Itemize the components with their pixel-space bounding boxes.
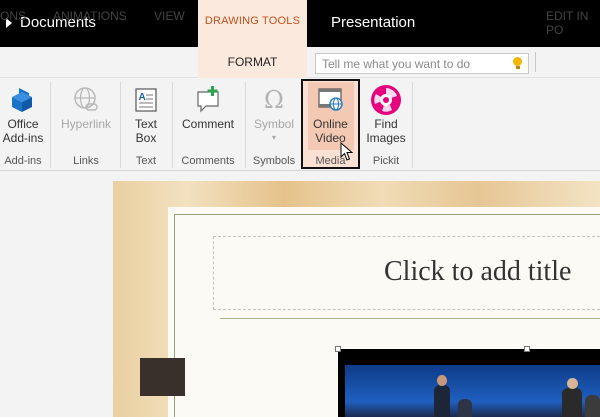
tab-format[interactable]: FORMAT [198,47,307,78]
group-separator [172,82,173,168]
search-placeholder: Tell me what you want to do [322,57,471,71]
video-person-head [567,378,578,389]
group-text-label: Text [135,155,157,167]
comment-icon [197,86,219,113]
pickit-icon [371,85,401,115]
group-separator [412,82,413,168]
video-person [458,399,472,417]
group-pickit-label: Pickit [372,155,400,167]
textbox-icon: A [135,88,157,112]
group-links-label: Links [73,155,99,167]
video-person [434,385,450,417]
tell-me-search[interactable]: Tell me what you want to do [315,53,529,74]
video-person [562,388,582,417]
comment-button[interactable]: Comment [176,83,240,131]
lightbulb-icon [513,57,522,69]
group-addins-label: Add-ins [4,155,42,167]
textbox-button[interactable]: A Text Box [124,83,168,145]
symbol-button[interactable]: Ω Symbol ▾ [249,83,299,145]
symbol-dropdown-icon: ▾ [271,133,276,142]
slide-decoration [140,358,185,396]
hyperlink-button[interactable]: Hyperlink [54,83,118,131]
office-addins-icon [12,88,32,112]
online-video-icon [317,88,343,111]
tab-divider [535,52,536,72]
resize-handle[interactable] [335,346,341,352]
group-separator [50,82,51,168]
svg-text:Ω: Ω [264,86,284,114]
mouse-pointer-icon [340,142,354,161]
office-addins-label2: Add-ins [2,131,44,145]
online-video-button[interactable]: Online Video [303,83,358,145]
omega-icon: Ω [264,86,284,114]
office-addins-label1: Office [7,117,39,131]
textbox-label2: Box [135,131,157,145]
symbol-label: Symbol [253,117,294,131]
tab-view[interactable]: VIEW [154,9,185,23]
resize-handle[interactable] [524,346,530,352]
video-person-head [437,375,447,386]
textbox-label1: Text [134,117,157,131]
online-video-label1: Online [313,117,348,131]
find-images-button[interactable]: Find Images [362,83,410,145]
tab-edit-in-powerpoint[interactable]: EDIT IN PO [546,9,600,37]
hyperlink-label: Hyperlink [60,117,111,131]
group-symbols-label: Symbols [252,155,296,167]
title-placeholder-text[interactable]: Click to add title [384,256,571,288]
group-separator [120,82,121,168]
group-comments-label: Comments [181,155,235,167]
comment-label: Comment [181,117,234,131]
group-separator [245,82,246,168]
svg-text:A: A [139,92,146,103]
find-images-label1: Find [374,117,398,131]
hyperlink-icon [74,87,98,111]
video-person [585,395,600,417]
tab-animations[interactable]: ANIMATIONS [53,9,127,23]
title-underline [220,318,600,319]
presentation-name: Presentation [331,14,416,31]
find-images-label2: Images [366,131,406,145]
tab-transitions[interactable]: ONS [0,9,26,23]
office-addins-button[interactable]: Office Add-ins [0,83,46,145]
drawing-tools-label: DRAWING TOOLS [204,15,301,27]
